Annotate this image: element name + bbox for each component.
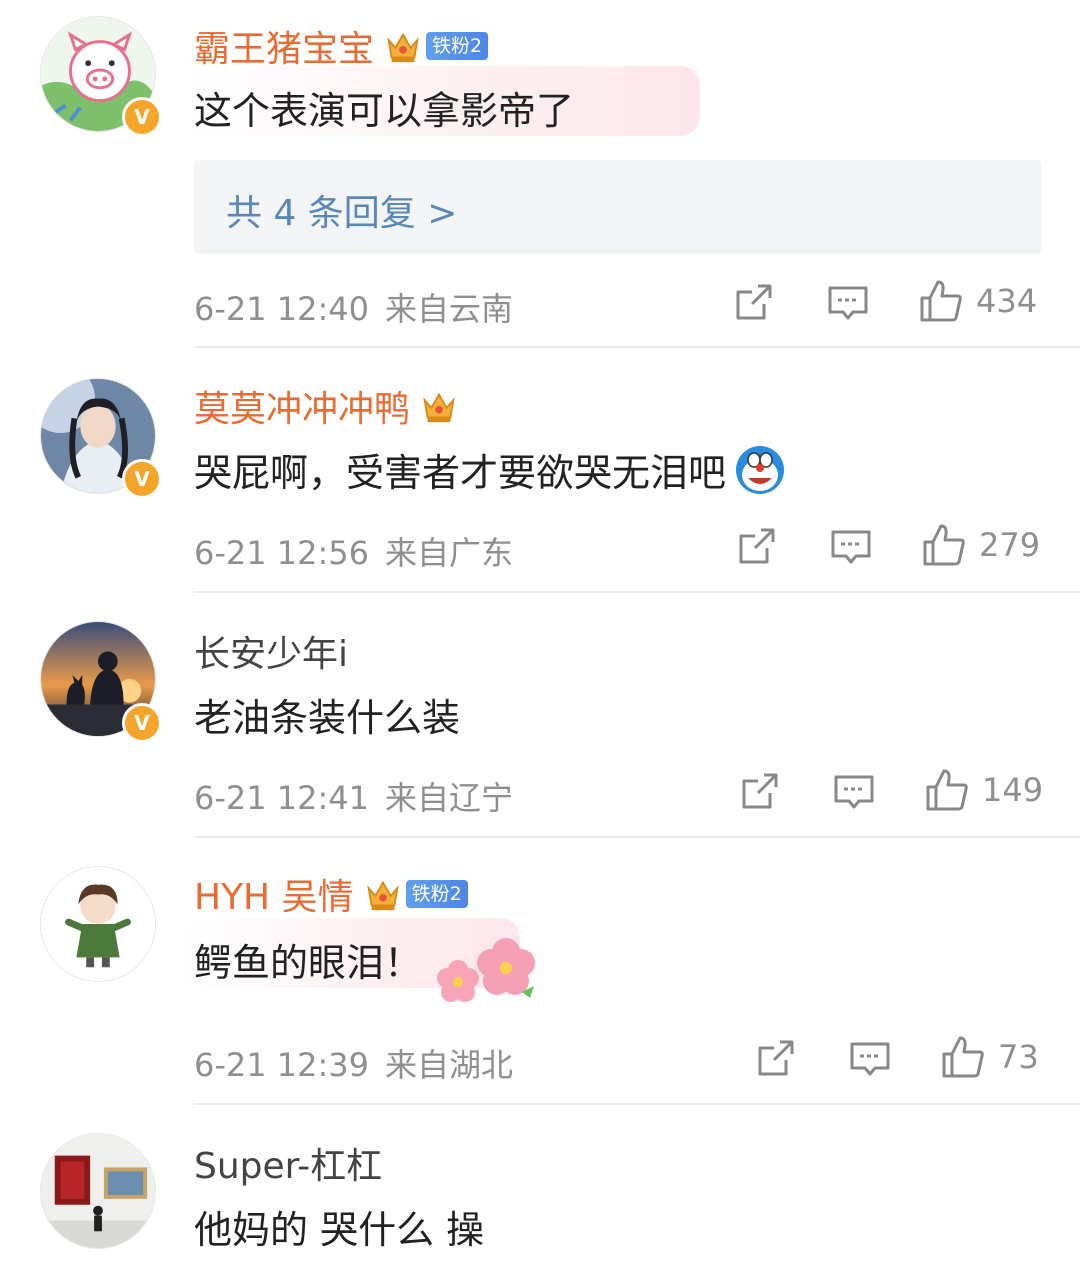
username-text[interactable]: HYH 吴情 bbox=[194, 868, 354, 920]
comment-text-content: 这个表演可以拿影帝了 bbox=[194, 89, 575, 133]
comment-text-content: 鳄鱼的眼泪！ bbox=[194, 941, 423, 985]
username[interactable]: 霸王猪宝宝 铁粉2 bbox=[194, 20, 489, 72]
comment-meta: 6-21 12:56 来自广东 bbox=[194, 528, 513, 574]
comment-text-content: 他妈的 哭什么 操 bbox=[194, 1208, 485, 1252]
comment-text-content: 老油条装什么装 bbox=[194, 696, 461, 740]
username-text[interactable]: 长安少年i bbox=[194, 625, 348, 677]
share-icon[interactable] bbox=[735, 524, 779, 568]
verified-badge: V bbox=[122, 703, 162, 743]
avatar[interactable] bbox=[40, 1133, 156, 1249]
comment-text: 老油条装什么装 bbox=[194, 687, 460, 742]
comment-time: 6-21 12:40 bbox=[194, 290, 370, 328]
like-count: 149 bbox=[982, 771, 1044, 809]
thumbs-up-icon bbox=[926, 769, 968, 811]
username[interactable]: 长安少年i bbox=[194, 625, 348, 677]
comment-time: 6-21 12:56 bbox=[194, 534, 370, 572]
thumbs-up-icon bbox=[942, 1036, 984, 1078]
flower-sticker-icon bbox=[437, 938, 535, 1002]
comment-item: V 长安少年i 老油条装什么装 6-21 12:41 来自辽宁 149 bbox=[0, 593, 1080, 838]
verified-badge: V bbox=[122, 97, 162, 137]
comment-meta: 6-21 12:41 来自辽宁 bbox=[194, 773, 513, 819]
like-button[interactable]: 149 bbox=[924, 767, 1043, 813]
crown-badge-icon bbox=[387, 32, 419, 63]
like-count: 279 bbox=[979, 526, 1041, 564]
like-button[interactable]: 73 bbox=[940, 1034, 1039, 1080]
comment-text: 鳄鱼的眼泪！ bbox=[194, 932, 422, 987]
thumbs-up-icon bbox=[923, 524, 965, 566]
replies-expand-link[interactable]: 共 4 条回复 > bbox=[194, 160, 1042, 254]
thumbs-up-icon bbox=[920, 280, 962, 322]
username-text[interactable]: 霸王猪宝宝 bbox=[194, 20, 374, 72]
comment-icon[interactable] bbox=[848, 1036, 892, 1080]
comment-text: 这个表演可以拿影帝了 bbox=[194, 80, 574, 135]
comment-item: Super-杠杠 他妈的 哭什么 操 bbox=[0, 1105, 1080, 1265]
comment-text: 哭屁啊，受害者才要欲哭无泪吧 bbox=[194, 442, 786, 497]
doraemon-emoji-icon bbox=[736, 445, 785, 494]
comment-location: 来自湖北 bbox=[385, 1046, 514, 1084]
comment-icon[interactable] bbox=[829, 524, 873, 568]
comment-icon[interactable] bbox=[832, 769, 876, 813]
like-count: 73 bbox=[998, 1038, 1039, 1076]
like-button[interactable]: 434 bbox=[918, 278, 1037, 324]
comment-time: 6-21 12:39 bbox=[194, 1046, 370, 1084]
username[interactable]: HYH 吴情 铁粉2 bbox=[194, 868, 468, 920]
like-button[interactable]: 279 bbox=[921, 522, 1040, 568]
avatar[interactable] bbox=[40, 866, 156, 982]
comment-item: HYH 吴情 铁粉2 鳄鱼的眼泪！ 6-21 12:39 来自湖北 73 bbox=[0, 838, 1080, 1105]
share-icon[interactable] bbox=[732, 280, 776, 324]
comment-location: 来自广东 bbox=[385, 534, 514, 572]
comment-meta: 6-21 12:39 来自湖北 bbox=[194, 1040, 513, 1086]
comment-meta: 6-21 12:40 来自云南 bbox=[194, 284, 513, 330]
comment-location: 来自云南 bbox=[385, 290, 514, 328]
comment-time: 6-21 12:41 bbox=[194, 779, 370, 817]
verified-badge: V bbox=[122, 459, 162, 499]
username-text[interactable]: Super-杠杠 bbox=[194, 1137, 382, 1189]
share-icon[interactable] bbox=[738, 769, 782, 813]
comment-icon[interactable] bbox=[826, 280, 870, 324]
like-count: 434 bbox=[976, 282, 1038, 320]
comment-item: V 莫莫冲冲冲鸭 哭屁啊，受害者才要欲哭无泪吧 6-21 12:56 来自广东 2… bbox=[0, 348, 1080, 593]
fan-level-badge: 铁粉2 bbox=[405, 880, 468, 908]
comment-text-content: 哭屁啊，受害者才要欲哭无泪吧 bbox=[194, 451, 727, 495]
replies-label[interactable]: 共 4 条回复 > bbox=[226, 184, 457, 236]
username[interactable]: 莫莫冲冲冲鸭 bbox=[194, 380, 458, 432]
comment-location: 来自辽宁 bbox=[385, 779, 514, 817]
fan-level-badge: 铁粉2 bbox=[426, 32, 489, 60]
crown-badge-icon bbox=[423, 392, 455, 423]
username-text[interactable]: 莫莫冲冲冲鸭 bbox=[194, 380, 410, 432]
username[interactable]: Super-杠杠 bbox=[194, 1137, 382, 1189]
crown-badge-icon bbox=[366, 880, 399, 911]
comment-item: V 霸王猪宝宝 铁粉2 这个表演可以拿影帝了 共 4 条回复 > 6-21 12… bbox=[0, 0, 1080, 348]
share-icon[interactable] bbox=[754, 1036, 798, 1080]
comment-text: 他妈的 哭什么 操 bbox=[194, 1199, 484, 1254]
